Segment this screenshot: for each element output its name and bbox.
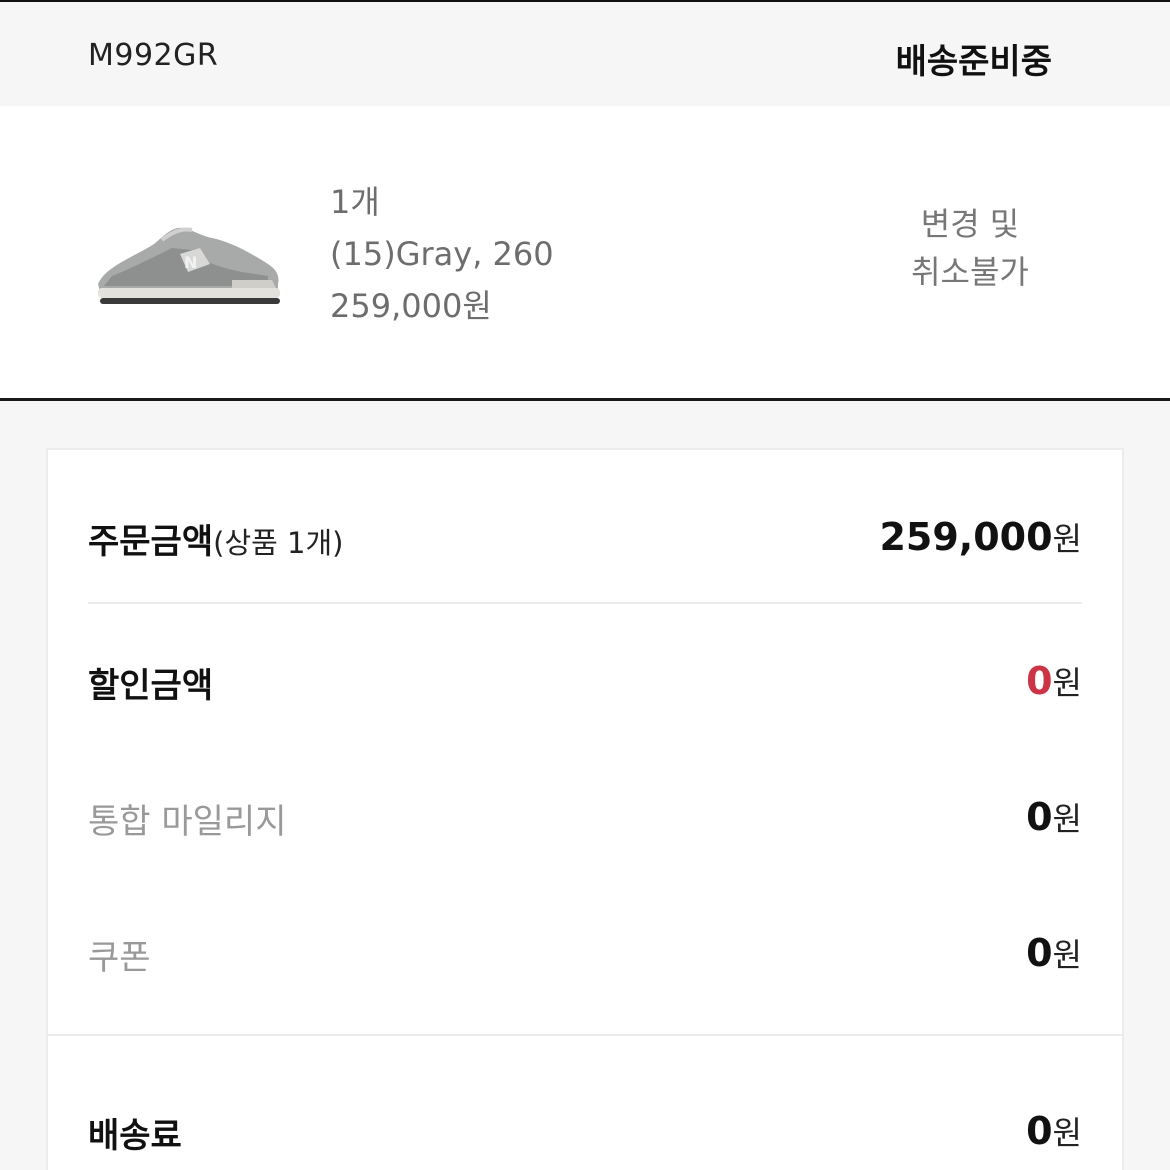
order-header: M992GR 배송준비중 (0, 2, 1170, 106)
sneaker-image[interactable]: N (92, 206, 284, 316)
coupon-number: 0 (1026, 931, 1053, 975)
shipping-number: 0 (1026, 1109, 1053, 1153)
coupon-value: 0원 (1026, 930, 1082, 976)
product-item[interactable]: N 1개 (15)Gray, 260 259,000원 변경 및 취소불가 (0, 106, 1170, 398)
order-amount-title: 주문금액 (88, 522, 214, 562)
product-option: (15)Gray, 260 (330, 235, 554, 273)
svg-text:N: N (184, 253, 197, 272)
payment-summary-card: 주문금액(상품 1개) 259,000원 할인금액 0원 통합 마일리지 0원 … (46, 448, 1124, 1036)
model-code: M992GR (88, 38, 219, 73)
order-amount-number: 259,000 (879, 515, 1053, 559)
shipping-row: 배송료 0원 (88, 1108, 1082, 1168)
currency-unit: 원 (1052, 664, 1082, 702)
order-status: 배송준비중 (895, 42, 1052, 82)
order-amount-value: 259,000원 (879, 514, 1082, 560)
product-info: 1개 (15)Gray, 260 259,000원 (330, 176, 554, 332)
discount-value: 0원 (1026, 658, 1082, 704)
currency-unit: 원 (1052, 520, 1082, 558)
discount-label: 할인금액 (88, 666, 214, 706)
mileage-row: 통합 마일리지 0원 (88, 794, 1082, 854)
shipping-card: 배송료 0원 (46, 1036, 1124, 1170)
policy-line-2: 취소불가 (911, 253, 1029, 291)
section-rule (0, 398, 1170, 401)
shipping-label: 배송료 (88, 1116, 182, 1156)
policy-line-1: 변경 및 (920, 205, 1020, 243)
change-cancel-policy: 변경 및 취소불가 (870, 200, 1070, 296)
currency-unit: 원 (1052, 1114, 1082, 1152)
order-amount-label: 주문금액(상품 1개) (88, 514, 343, 563)
product-price: 259,000원 (330, 287, 492, 325)
discount-row: 할인금액 0원 (88, 658, 1082, 718)
discount-number: 0 (1026, 659, 1053, 703)
order-amount-row: 주문금액(상품 1개) 259,000원 (88, 514, 1082, 574)
coupon-label: 쿠폰 (88, 938, 151, 978)
summary-divider (88, 602, 1082, 604)
product-quantity: 1개 (330, 183, 380, 221)
order-amount-count: (상품 1개) (213, 526, 344, 560)
currency-unit: 원 (1052, 936, 1082, 974)
coupon-row: 쿠폰 0원 (88, 930, 1082, 990)
currency-unit: 원 (1052, 800, 1082, 838)
mileage-number: 0 (1026, 795, 1053, 839)
mileage-label: 통합 마일리지 (88, 802, 287, 842)
mileage-value: 0원 (1026, 794, 1082, 840)
shipping-value: 0원 (1026, 1108, 1082, 1154)
